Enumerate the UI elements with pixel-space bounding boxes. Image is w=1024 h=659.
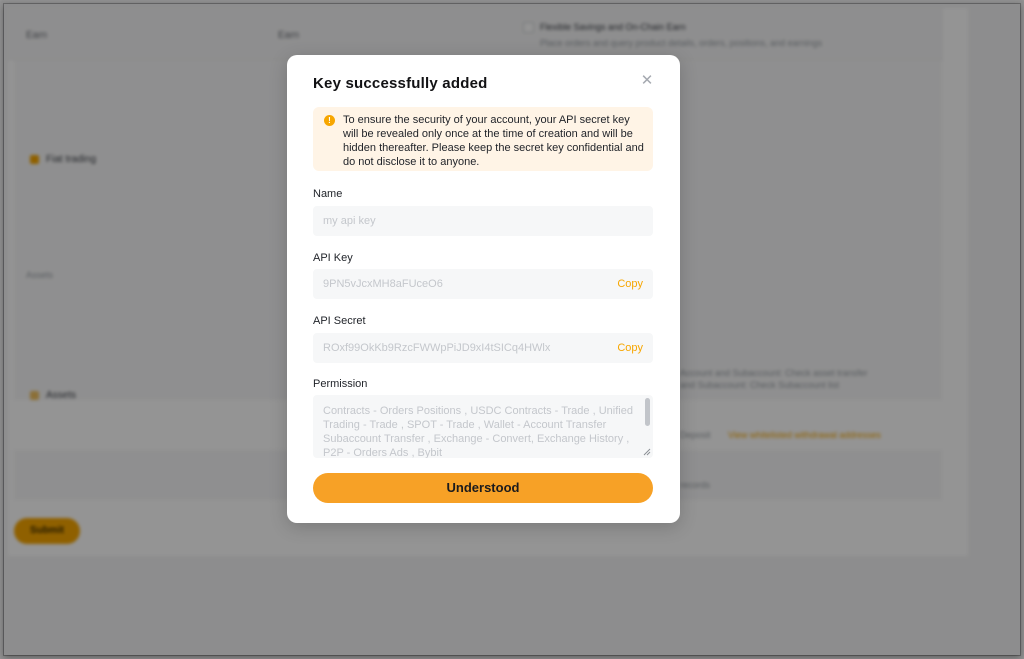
api-key-value: 9PN5vJcxMH8aFUceO6 xyxy=(323,278,443,290)
copy-api-secret-button[interactable]: Copy xyxy=(617,342,643,354)
key-added-dialog: Key successfully added ✕ ! To ensure the… xyxy=(287,55,680,523)
permission-textarea[interactable]: Contracts - Orders Positions , USDC Cont… xyxy=(313,395,653,458)
name-label: Name xyxy=(313,188,343,200)
copy-api-key-button[interactable]: Copy xyxy=(617,278,643,290)
api-key-field[interactable]: 9PN5vJcxMH8aFUceO6 Copy xyxy=(313,269,653,299)
permission-scrollbar[interactable] xyxy=(645,398,650,426)
security-notice: ! To ensure the security of your account… xyxy=(313,107,653,171)
understood-button[interactable]: Understood xyxy=(313,473,653,503)
close-icon[interactable]: ✕ xyxy=(639,73,655,89)
permission-text: Contracts - Orders Positions , USDC Cont… xyxy=(323,405,633,458)
api-secret-value: ROxf99OkKb9RzcFWWpPiJD9xI4tSICq4HWlx xyxy=(323,342,551,354)
api-secret-label: API Secret xyxy=(313,315,366,327)
name-placeholder: my api key xyxy=(323,215,376,227)
security-notice-text: To ensure the security of your account, … xyxy=(343,114,644,168)
api-secret-field[interactable]: ROxf99OkKb9RzcFWWpPiJD9xI4tSICq4HWlx Cop… xyxy=(313,333,653,363)
permission-label: Permission xyxy=(313,378,368,390)
exclamation-icon: ! xyxy=(324,115,335,126)
name-field[interactable]: my api key xyxy=(313,206,653,236)
resize-handle-icon[interactable] xyxy=(643,448,651,456)
api-key-label: API Key xyxy=(313,252,353,264)
dialog-title: Key successfully added xyxy=(313,75,488,92)
